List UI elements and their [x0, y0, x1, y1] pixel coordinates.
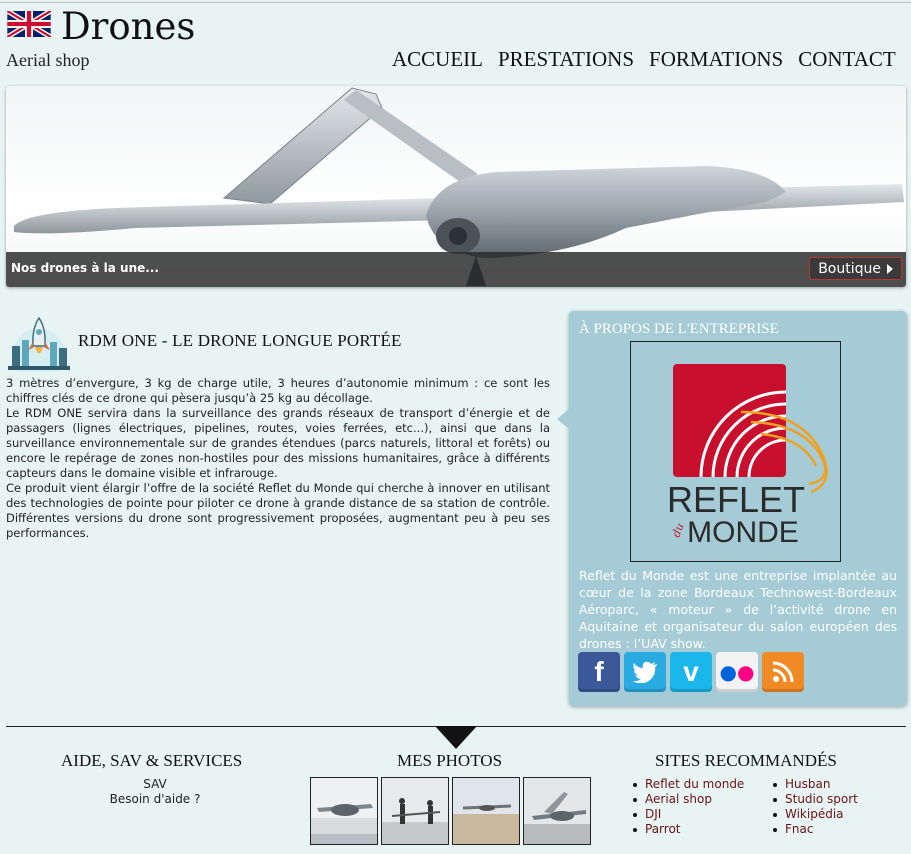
main-nav: ACCUEIL PRESTATIONS FORMATIONS CONTACT	[392, 47, 896, 72]
about-title: À PROPOS DE L'ENTREPRISE	[579, 321, 779, 337]
rss-icon[interactable]	[762, 652, 804, 692]
banner-caption: Nos drones à la une...	[11, 261, 159, 275]
shop-button[interactable]: Boutique	[809, 257, 902, 280]
site-link[interactable]: DJI	[631, 807, 744, 822]
shop-button-label: Boutique	[818, 260, 881, 277]
help-links: SAV Besoin d'aide ?	[80, 777, 230, 807]
recommended-sites-list-1: Reflet du monde Aerial shop DJI Parrot	[631, 777, 744, 837]
arrow-down-icon[interactable]	[435, 726, 477, 749]
photo-thumbnail[interactable]	[381, 777, 449, 845]
facebook-icon[interactable]: f	[578, 652, 620, 692]
logo-text-du: du	[670, 521, 687, 539]
article-paragraph: Le RDM ONE servira dans la surveillance …	[6, 406, 550, 480]
photo-thumbnail[interactable]	[523, 777, 591, 845]
article-paragraph: Ce produit vient élargir l’offre de la s…	[6, 481, 550, 540]
photo-gallery	[310, 777, 591, 845]
site-link[interactable]: Parrot	[631, 822, 744, 837]
site-link[interactable]: Fnac	[771, 822, 858, 837]
twitter-icon[interactable]	[624, 652, 666, 692]
caret-right-icon	[887, 263, 893, 274]
site-title[interactable]: Drones	[61, 5, 195, 49]
nav-contact[interactable]: CONTACT	[798, 47, 895, 72]
photo-thumbnail[interactable]	[310, 777, 378, 845]
uk-flag-icon[interactable]	[7, 11, 51, 37]
article-body: 3 mètres d’envergure, 3 kg de charge uti…	[6, 376, 550, 541]
article-title: RDM ONE - LE DRONE LONGUE PORTÉE	[78, 331, 402, 350]
site-subtitle: Aerial shop	[6, 50, 90, 70]
banner-caption-bar: Nos drones à la une... Boutique	[6, 252, 906, 287]
nav-accueil[interactable]: ACCUEIL	[392, 47, 483, 72]
sites-title: SITES RECOMMANDÉS	[655, 751, 837, 770]
site-link[interactable]: Reflet du monde	[631, 777, 744, 792]
site-link[interactable]: Studio sport	[771, 792, 858, 807]
rocket-city-icon	[8, 316, 70, 372]
company-logo[interactable]: REFLET du MONDE	[630, 341, 841, 562]
about-panel: À PROPOS DE L'ENTREPRISE REFLET du MONDE…	[557, 311, 907, 706]
site-link[interactable]: Aerial shop	[631, 792, 744, 807]
site-link[interactable]: Husban	[771, 777, 858, 792]
hero-banner: Nos drones à la une... Boutique	[6, 86, 906, 287]
top-border	[0, 2, 911, 3]
help-link-sav[interactable]: SAV	[80, 777, 230, 792]
social-links: f v ● ●	[578, 652, 804, 692]
logo-text-reflet: REFLET	[667, 479, 805, 520]
nav-formations[interactable]: FORMATIONS	[649, 47, 783, 72]
about-text: Reflet du Monde est une entreprise impla…	[579, 568, 897, 651]
recommended-sites-list-2: Husban Studio sport Wikipédia Fnac	[771, 777, 858, 837]
photos-title: MES PHOTOS	[397, 751, 503, 770]
vimeo-icon[interactable]: v	[670, 652, 712, 692]
about-panel-notch	[557, 409, 569, 429]
help-title: AIDE, SAV & SERVICES	[61, 751, 243, 770]
reflet-du-monde-logo: REFLET du MONDE	[667, 364, 828, 549]
photo-thumbnail[interactable]	[452, 777, 520, 845]
flickr-icon[interactable]: ● ●	[716, 652, 758, 692]
site-link[interactable]: Wikipédia	[771, 807, 858, 822]
article-paragraph: 3 mètres d’envergure, 3 kg de charge uti…	[6, 376, 550, 405]
help-link-aide[interactable]: Besoin d'aide ?	[80, 792, 230, 807]
logo-text-monde: MONDE	[687, 516, 799, 549]
nav-prestations[interactable]: PRESTATIONS	[498, 47, 634, 72]
